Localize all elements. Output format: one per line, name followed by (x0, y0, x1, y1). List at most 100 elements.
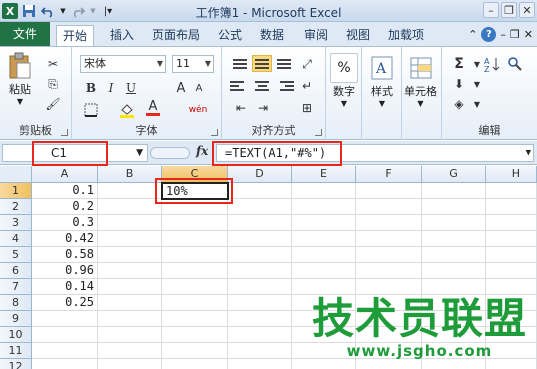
grid-cell[interactable] (486, 199, 537, 215)
row-header[interactable]: 11 (0, 343, 32, 359)
cell-a1[interactable]: 0.1 (32, 183, 98, 199)
grid-cell[interactable] (98, 199, 162, 215)
decrease-indent-icon[interactable]: ⇤ (232, 99, 250, 117)
chevron-down-icon[interactable]: ▼ (468, 95, 486, 113)
grid-cell[interactable] (486, 263, 537, 279)
grid-cell[interactable] (422, 247, 486, 263)
grid-cell[interactable] (228, 215, 292, 231)
grid-cell[interactable] (422, 263, 486, 279)
name-box[interactable]: C1 ▼ (2, 144, 148, 162)
grid-cell[interactable] (98, 263, 162, 279)
grid-cell[interactable] (486, 279, 537, 295)
shrink-font-button[interactable]: A (190, 79, 208, 97)
grid-cell[interactable] (98, 359, 162, 369)
column-header-a[interactable]: A (32, 166, 98, 183)
formula-bar-splitter[interactable] (150, 147, 190, 159)
alignment-launcher-icon[interactable] (315, 129, 322, 136)
tab-view[interactable]: 视图 (340, 25, 376, 46)
grid-cell[interactable] (228, 295, 292, 311)
row-header[interactable]: 6 (0, 263, 32, 279)
tab-page-layout[interactable]: 页面布局 (146, 25, 206, 46)
grid-cell[interactable] (228, 183, 292, 199)
grid-cell[interactable] (162, 215, 228, 231)
row-header[interactable]: 3 (0, 215, 32, 231)
styles-button[interactable]: A 样式 ▼ (368, 53, 396, 108)
grid-cell[interactable] (422, 215, 486, 231)
underline-button[interactable]: U (122, 79, 140, 97)
active-cell-c1[interactable]: 10% (161, 182, 229, 200)
tab-insert[interactable]: 插入 (104, 25, 140, 46)
restore-icon[interactable]: ❐ (501, 2, 517, 18)
align-top-icon[interactable] (230, 55, 250, 72)
grid-cell[interactable] (98, 215, 162, 231)
grid-cell[interactable] (162, 327, 228, 343)
column-header-g[interactable]: G (422, 166, 486, 183)
grid-cell[interactable] (98, 183, 162, 199)
expand-formula-bar-icon[interactable]: ▼ (526, 145, 531, 161)
paste-button[interactable]: 粘贴 ▼ (6, 51, 34, 106)
grid-cell[interactable] (162, 295, 228, 311)
grid-cell[interactable] (32, 359, 98, 369)
grid-cell[interactable] (162, 263, 228, 279)
row-header[interactable]: 10 (0, 327, 32, 343)
row-header[interactable]: 8 (0, 295, 32, 311)
grid-cell[interactable] (228, 199, 292, 215)
row-header[interactable]: 5 (0, 247, 32, 263)
cell-a3[interactable]: 0.3 (32, 215, 98, 231)
font-launcher-icon[interactable] (211, 129, 218, 136)
cell-a2[interactable]: 0.2 (32, 199, 98, 215)
cell-a4[interactable]: 0.42 (32, 231, 98, 247)
tab-review[interactable]: 审阅 (298, 25, 334, 46)
grid-cell[interactable] (292, 359, 356, 369)
grid-cell[interactable] (292, 279, 356, 295)
grid-cell[interactable] (162, 247, 228, 263)
wrap-text-icon[interactable]: ↵ (298, 77, 316, 95)
tab-addins[interactable]: 加载项 (382, 25, 430, 46)
grid-cell[interactable] (292, 231, 356, 247)
formula-input[interactable]: =TEXT(A1,"#%") ▼ (216, 144, 534, 162)
align-bottom-icon[interactable] (274, 55, 294, 72)
column-header-b[interactable]: B (98, 166, 162, 183)
grid-cell[interactable] (98, 231, 162, 247)
grid-cell[interactable] (292, 247, 356, 263)
grid-cell[interactable] (228, 263, 292, 279)
grid-cell[interactable] (228, 327, 292, 343)
autosum-icon[interactable]: Σ (450, 55, 468, 73)
grid-cell[interactable] (228, 247, 292, 263)
align-right-icon[interactable] (274, 77, 294, 94)
grid-cell[interactable] (98, 279, 162, 295)
close-icon[interactable]: ✕ (519, 2, 535, 18)
row-header[interactable]: 1 (0, 183, 32, 199)
font-size-select[interactable]: 11 ▼ (172, 55, 214, 73)
doc-minimize-icon[interactable]: – (500, 28, 506, 41)
doc-restore-icon[interactable]: ❐ (510, 28, 520, 41)
grid-cell[interactable] (486, 215, 537, 231)
bold-button[interactable]: B (82, 79, 100, 97)
grid-cell[interactable] (228, 311, 292, 327)
grid-cell[interactable] (98, 343, 162, 359)
column-header-e[interactable]: E (292, 166, 356, 183)
grid-cell[interactable] (162, 279, 228, 295)
cell-a6[interactable]: 0.96 (32, 263, 98, 279)
help-icon[interactable]: ? (481, 27, 497, 42)
cell-a5[interactable]: 0.58 (32, 247, 98, 263)
grid-cell[interactable] (356, 183, 422, 199)
merge-center-icon[interactable]: ⊞ (298, 99, 316, 117)
grid-cell[interactable] (98, 295, 162, 311)
clear-icon[interactable]: ◈ (450, 95, 468, 113)
row-header[interactable]: 2 (0, 199, 32, 215)
copy-icon[interactable]: ⎘ (44, 75, 62, 93)
grid-cell[interactable] (356, 231, 422, 247)
column-header-h[interactable]: H (486, 166, 537, 183)
minimize-icon[interactable]: – (483, 2, 499, 18)
align-middle-icon[interactable] (252, 55, 272, 72)
grid-cell[interactable] (228, 231, 292, 247)
cell-a7[interactable]: 0.14 (32, 279, 98, 295)
tab-formulas[interactable]: 公式 (212, 25, 248, 46)
grid-cell[interactable] (292, 183, 356, 199)
grid-cell[interactable] (356, 263, 422, 279)
paste-dropdown-icon[interactable]: ▼ (17, 97, 23, 106)
grid-cell[interactable] (32, 343, 98, 359)
grid-cell[interactable] (228, 343, 292, 359)
italic-button[interactable]: I (102, 79, 120, 97)
